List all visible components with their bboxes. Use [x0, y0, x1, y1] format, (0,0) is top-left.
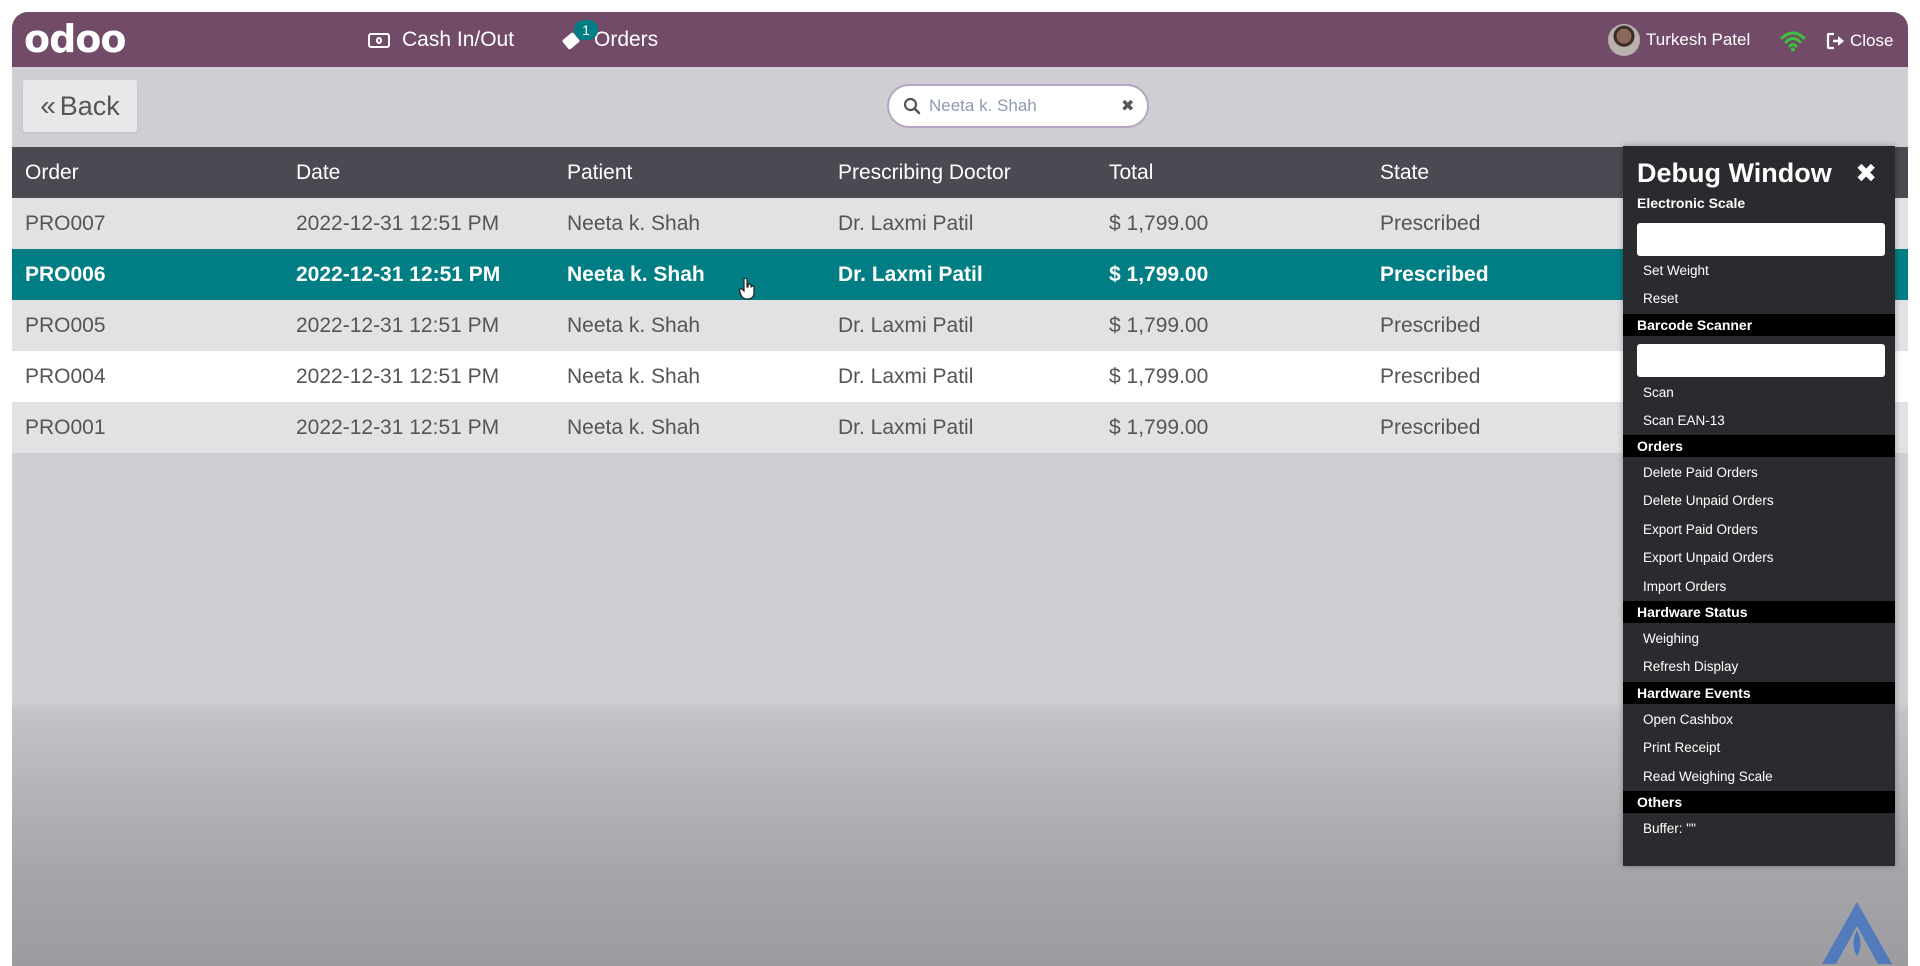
patient-cell: Neeta k. Shah: [567, 415, 701, 439]
order-cell: PRO006: [25, 262, 106, 286]
set-weight-button[interactable]: Set Weight: [1623, 258, 1895, 284]
weighing-button[interactable]: Weighing: [1623, 626, 1895, 652]
reset-button[interactable]: Reset: [1623, 286, 1895, 312]
section-orders: Orders: [1623, 435, 1895, 457]
order-cell: PRO005: [25, 313, 106, 337]
buffer-value: Buffer: "": [1643, 821, 1696, 836]
clear-search-icon[interactable]: ✖: [1121, 96, 1134, 116]
delete-paid-orders-button[interactable]: Delete Paid Orders: [1623, 460, 1895, 486]
order-cell: PRO004: [25, 364, 106, 388]
odoo-logo: odoo: [24, 17, 127, 61]
date-cell: 2022-12-31 12:51 PM: [296, 313, 500, 337]
back-button[interactable]: « Back: [23, 80, 137, 132]
doctor-cell: Dr. Laxmi Patil: [838, 262, 983, 286]
debug-window: Debug Window ✖ Electronic Scale Set Weig…: [1623, 146, 1895, 866]
doctor-cell: Dr. Laxmi Patil: [838, 364, 974, 388]
search-input[interactable]: [929, 96, 1119, 116]
orders-button[interactable]: 1 Orders: [561, 20, 659, 54]
orders-count-badge: 1: [574, 20, 598, 40]
tag-icon: 1: [561, 20, 598, 51]
double-chevron-left-icon: «: [40, 90, 56, 121]
top-navbar: odoo Cash In/Out 1 Orders Turkesh Patel: [12, 12, 1908, 67]
state-cell: Prescribed: [1380, 262, 1489, 286]
print-receipt-button[interactable]: Print Receipt: [1623, 735, 1895, 761]
total-cell: $ 1,799.00: [1109, 313, 1209, 337]
search-bar: ✖: [887, 84, 1149, 128]
patient-cell: Neeta k. Shah: [567, 211, 701, 235]
patient-cell: Neeta k. Shah: [567, 364, 701, 388]
column-header-doctor: Prescribing Doctor: [838, 160, 1011, 184]
orders-label: Orders: [594, 28, 659, 51]
back-label: Back: [59, 90, 120, 121]
column-header-order: Order: [25, 160, 79, 184]
barcode-input[interactable]: [1637, 344, 1885, 377]
open-cashbox-button[interactable]: Open Cashbox: [1623, 707, 1895, 733]
column-header-state: State: [1380, 160, 1430, 184]
section-hardware-events: Hardware Events: [1623, 682, 1895, 704]
cash-in-out-button[interactable]: Cash In/Out: [368, 26, 514, 54]
doctor-cell: Dr. Laxmi Patil: [838, 211, 974, 235]
read-weighing-scale-button[interactable]: Read Weighing Scale: [1623, 764, 1895, 790]
cash-in-out-label: Cash In/Out: [402, 28, 515, 51]
refresh-display-button[interactable]: Refresh Display: [1623, 654, 1895, 680]
hand-cursor-icon: [739, 278, 755, 300]
order-cell: PRO007: [25, 211, 106, 235]
sign-out-icon: [1826, 32, 1844, 50]
state-cell: Prescribed: [1380, 211, 1481, 235]
import-orders-button[interactable]: Import Orders: [1623, 574, 1895, 600]
patient-cell: Neeta k. Shah: [567, 313, 701, 337]
state-cell: Prescribed: [1380, 364, 1481, 388]
date-cell: 2022-12-31 12:51 PM: [296, 262, 501, 286]
date-cell: 2022-12-31 12:51 PM: [296, 211, 500, 235]
section-hardware-status: Hardware Status: [1623, 601, 1895, 623]
delete-unpaid-orders-button[interactable]: Delete Unpaid Orders: [1623, 488, 1895, 514]
scan-ean13-button[interactable]: Scan EAN-13: [1623, 408, 1895, 434]
column-header-total: Total: [1109, 160, 1154, 184]
weight-input[interactable]: [1637, 223, 1885, 256]
total-cell: $ 1,799.00: [1109, 262, 1209, 286]
close-icon[interactable]: ✖: [1855, 158, 1877, 189]
patient-cell: Neeta k. Shah: [567, 262, 705, 286]
export-unpaid-orders-button[interactable]: Export Unpaid Orders: [1623, 545, 1895, 571]
cash-icon: [368, 32, 390, 48]
order-cell: PRO001: [25, 415, 106, 439]
section-electronic-scale: Electronic Scale: [1637, 195, 1746, 211]
debug-window-title: Debug Window: [1637, 158, 1832, 188]
total-cell: $ 1,799.00: [1109, 415, 1209, 439]
user-menu[interactable]: Turkesh Patel: [1608, 24, 1750, 56]
search-icon: [903, 97, 921, 115]
export-paid-orders-button[interactable]: Export Paid Orders: [1623, 517, 1895, 543]
date-cell: 2022-12-31 12:51 PM: [296, 364, 500, 388]
watermark-logo: [1822, 902, 1892, 964]
user-name: Turkesh Patel: [1646, 30, 1751, 49]
close-session-button[interactable]: Close: [1826, 31, 1893, 51]
app-window: odoo Cash In/Out 1 Orders Turkesh Patel: [12, 12, 1908, 966]
total-cell: $ 1,799.00: [1109, 364, 1209, 388]
date-cell: 2022-12-31 12:51 PM: [296, 415, 500, 439]
doctor-cell: Dr. Laxmi Patil: [838, 415, 974, 439]
wifi-icon: [1780, 31, 1806, 52]
avatar: [1608, 24, 1640, 56]
doctor-cell: Dr. Laxmi Patil: [838, 313, 974, 337]
column-header-patient: Patient: [567, 160, 633, 184]
state-cell: Prescribed: [1380, 313, 1481, 337]
total-cell: $ 1,799.00: [1109, 211, 1209, 235]
scan-button[interactable]: Scan: [1623, 380, 1895, 406]
state-cell: Prescribed: [1380, 415, 1481, 439]
section-barcode-scanner: Barcode Scanner: [1623, 314, 1895, 336]
section-others: Others: [1623, 791, 1895, 813]
close-label: Close: [1850, 31, 1894, 50]
column-header-date: Date: [296, 160, 341, 184]
